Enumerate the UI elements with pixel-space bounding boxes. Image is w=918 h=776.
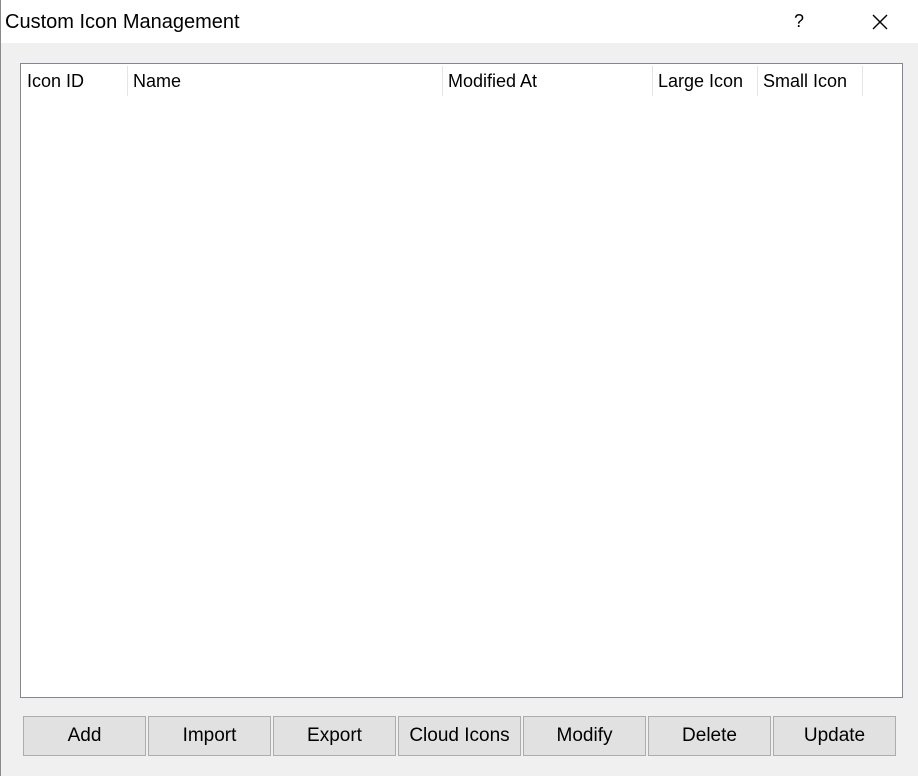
- custom-icon-management-dialog: Custom Icon Management ? Icon ID Name Mo…: [0, 0, 918, 776]
- update-button[interactable]: Update: [773, 716, 896, 756]
- help-button[interactable]: ?: [779, 0, 819, 43]
- window-title: Custom Icon Management: [5, 11, 240, 33]
- column-header-name[interactable]: Name: [127, 64, 442, 98]
- close-button[interactable]: [857, 0, 903, 43]
- column-header-small-icon[interactable]: Small Icon: [757, 64, 862, 98]
- cloud-icons-button[interactable]: Cloud Icons: [398, 716, 521, 756]
- list-header: Icon ID Name Modified At Large Icon Smal…: [21, 64, 902, 98]
- export-button[interactable]: Export: [273, 716, 396, 756]
- import-button[interactable]: Import: [148, 716, 271, 756]
- add-button[interactable]: Add: [23, 716, 146, 756]
- column-divider[interactable]: [862, 66, 863, 96]
- title-bar: Custom Icon Management ?: [1, 0, 918, 43]
- action-button-bar: Add Import Export Cloud Icons Modify Del…: [1, 716, 918, 756]
- column-header-modified-at[interactable]: Modified At: [442, 64, 652, 98]
- column-header-large-icon[interactable]: Large Icon: [652, 64, 757, 98]
- icon-list[interactable]: Icon ID Name Modified At Large Icon Smal…: [20, 63, 903, 698]
- close-icon: [872, 14, 888, 29]
- modify-button[interactable]: Modify: [523, 716, 646, 756]
- delete-button[interactable]: Delete: [648, 716, 771, 756]
- column-header-icon-id[interactable]: Icon ID: [21, 64, 127, 98]
